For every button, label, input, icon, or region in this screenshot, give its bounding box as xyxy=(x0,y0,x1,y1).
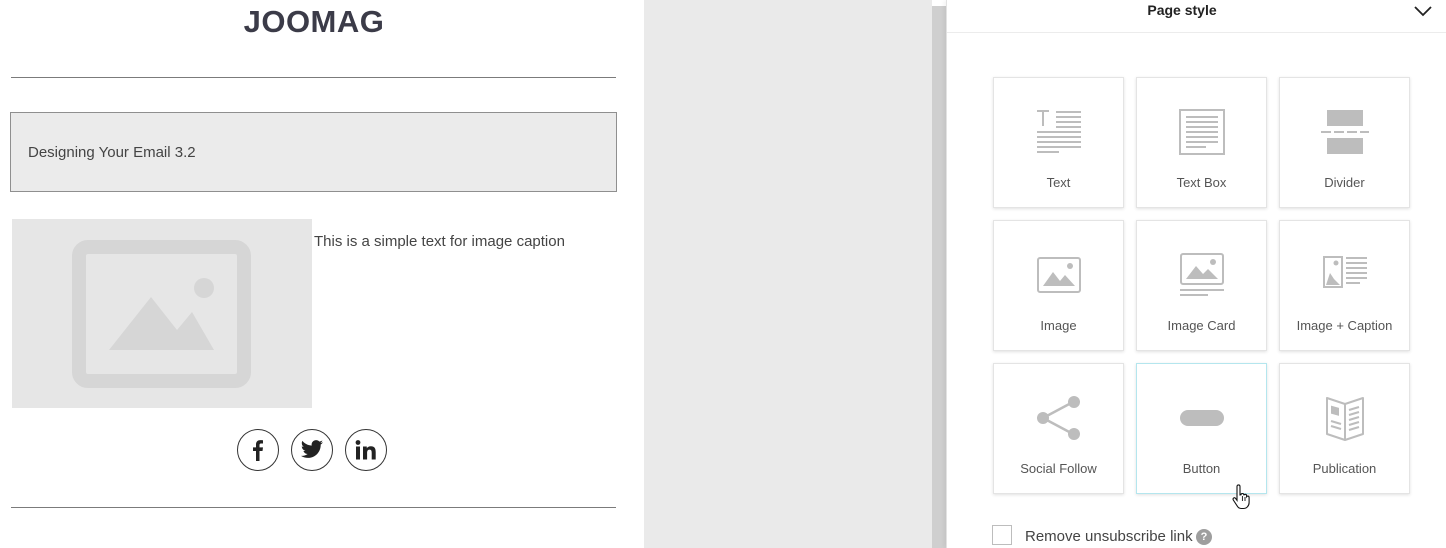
logo: JOOMAG xyxy=(243,4,385,39)
linkedin-icon[interactable] xyxy=(345,429,387,471)
share-icon xyxy=(1037,396,1080,440)
publication-icon xyxy=(1326,397,1364,441)
canvas-background xyxy=(644,0,932,548)
divider-bottom xyxy=(11,507,616,508)
image-icon xyxy=(1037,257,1081,293)
canvas-gap xyxy=(628,0,644,548)
twitter-icon[interactable] xyxy=(291,429,333,471)
tile-label: Divider xyxy=(1324,175,1365,190)
tile-label: Image xyxy=(1040,318,1077,333)
help-icon[interactable]: ? xyxy=(1196,529,1212,545)
block-button[interactable]: Button xyxy=(1136,363,1267,494)
scrollbar[interactable] xyxy=(932,6,946,548)
panel-title: Page style xyxy=(1147,2,1217,18)
chevron-down-icon[interactable] xyxy=(1413,4,1433,18)
block-text[interactable]: Text xyxy=(993,77,1124,208)
banner-text: Designing Your Email 3.2 xyxy=(28,144,196,161)
block-image-card[interactable]: Image Card xyxy=(1136,220,1267,351)
email-banner[interactable]: Designing Your Email 3.2 xyxy=(10,112,617,192)
facebook-icon[interactable] xyxy=(237,429,279,471)
text-box-icon xyxy=(1179,109,1225,155)
email-preview: JOOMAG Designing Your Email 3.2 This is … xyxy=(0,0,628,548)
tile-label: Publication xyxy=(1312,461,1377,476)
block-divider[interactable]: Divider xyxy=(1279,77,1410,208)
blocks-panel: Page style Text Text Box Divider Image I… xyxy=(946,0,1446,548)
tile-label: Text Box xyxy=(1176,175,1227,190)
image-caption: This is a simple text for image caption xyxy=(314,233,565,250)
text-block-icon xyxy=(1037,110,1081,153)
image-placeholder-icon xyxy=(72,240,251,388)
hand-cursor-icon xyxy=(1232,484,1250,510)
divider-icon xyxy=(1321,110,1369,154)
tile-label: Button xyxy=(1182,461,1221,476)
button-icon xyxy=(1180,410,1224,426)
block-social-follow[interactable]: Social Follow xyxy=(993,363,1124,494)
unsubscribe-label: Remove unsubscribe link xyxy=(1025,528,1193,545)
divider-top xyxy=(11,77,616,78)
block-publication[interactable]: Publication xyxy=(1279,363,1410,494)
image-caption-icon xyxy=(1323,256,1367,288)
tile-label: Image Card xyxy=(1167,318,1236,333)
unsubscribe-checkbox[interactable] xyxy=(992,525,1012,545)
block-image[interactable]: Image xyxy=(993,220,1124,351)
page-style-header[interactable]: Page style xyxy=(947,0,1446,33)
block-image-caption[interactable]: Image + Caption xyxy=(1279,220,1410,351)
tile-label: Text xyxy=(1046,175,1071,190)
block-text-box[interactable]: Text Box xyxy=(1136,77,1267,208)
image-card-icon xyxy=(1180,253,1224,296)
image-placeholder[interactable] xyxy=(12,219,312,408)
tile-label: Image + Caption xyxy=(1296,318,1393,333)
tile-label: Social Follow xyxy=(1020,461,1097,476)
